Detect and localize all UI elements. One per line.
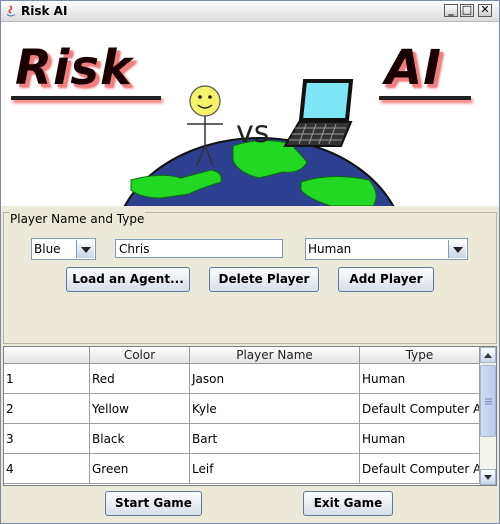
maximize-button[interactable]: □ — [460, 3, 474, 17]
scroll-down-button[interactable] — [480, 469, 496, 485]
scroll-up-button[interactable] — [480, 347, 496, 363]
minimize-icon: _ — [448, 3, 454, 16]
column-header-type[interactable]: Type — [360, 347, 480, 364]
row-index-cell: 1 — [4, 364, 90, 394]
type-cell: Human — [360, 364, 480, 394]
load-agent-button[interactable]: Load an Agent... — [66, 267, 190, 292]
start-game-button[interactable]: Start Game — [105, 491, 202, 516]
window-title: Risk AI — [21, 4, 68, 18]
scrollbar-thumb[interactable] — [480, 365, 496, 437]
column-header-index[interactable] — [4, 347, 90, 364]
table-row[interactable]: 1 Red Jason Human — [4, 364, 480, 394]
color-cell: Black — [90, 424, 190, 454]
player-name-cell: Kyle — [190, 394, 360, 424]
close-icon: ✕ — [480, 3, 490, 16]
type-cell: Default Computer A... — [360, 454, 480, 484]
grip-icon — [485, 398, 492, 405]
vs-label: vs — [236, 115, 270, 150]
close-button[interactable]: ✕ — [478, 3, 492, 17]
player-setup-title: Player Name and Type — [9, 212, 146, 226]
java-app-icon — [7, 5, 15, 17]
color-cell: Yellow — [90, 394, 190, 424]
risk-ai-window: Risk AI _ □ ✕ Risk AI vs Player Name and… — [0, 0, 500, 524]
laptop-icon — [283, 79, 354, 147]
chevron-down-icon[interactable] — [448, 240, 466, 258]
color-select-value: Blue — [34, 242, 61, 256]
table-row[interactable]: 4 Green Leif Default Computer A... — [4, 454, 480, 484]
delete-player-button[interactable]: Delete Player — [209, 267, 319, 292]
add-player-button[interactable]: Add Player — [338, 267, 434, 292]
column-header-player-name[interactable]: Player Name — [190, 347, 360, 364]
smiley-face-icon — [189, 85, 221, 117]
chevron-down-icon[interactable] — [76, 240, 94, 258]
maximize-icon: □ — [461, 3, 473, 16]
row-index-cell: 3 — [4, 424, 90, 454]
table-vertical-scrollbar[interactable] — [480, 347, 496, 485]
color-select[interactable]: Blue — [31, 238, 96, 260]
player-type-select[interactable]: Human — [305, 238, 468, 260]
player-name-cell: Bart — [190, 424, 360, 454]
minimize-button[interactable]: _ — [444, 3, 458, 17]
player-name-input[interactable] — [115, 239, 283, 258]
row-index-cell: 4 — [4, 454, 90, 484]
color-cell: Red — [90, 364, 190, 394]
row-index-cell: 2 — [4, 394, 90, 424]
type-cell: Human — [360, 424, 480, 454]
exit-game-button[interactable]: Exit Game — [303, 491, 393, 516]
risk-ai-banner: Risk AI vs — [1, 22, 499, 206]
table-row[interactable]: 2 Yellow Kyle Default Computer A... — [4, 394, 480, 424]
player-name-cell: Leif — [190, 454, 360, 484]
player-name-cell: Jason — [190, 364, 360, 394]
color-cell: Green — [90, 454, 190, 484]
globe-illustration — [123, 79, 395, 206]
table-row[interactable]: 3 Black Bart Human — [4, 424, 480, 454]
players-table: Color Player Name Type 1 Red Jason Human… — [3, 346, 497, 486]
arrow-up-icon — [484, 353, 492, 358]
player-type-value: Human — [308, 242, 352, 256]
type-cell: Default Computer A... — [360, 394, 480, 424]
title-bar[interactable]: Risk AI _ □ ✕ — [1, 1, 499, 22]
arrow-down-icon — [484, 475, 492, 480]
column-header-color[interactable]: Color — [90, 347, 190, 364]
